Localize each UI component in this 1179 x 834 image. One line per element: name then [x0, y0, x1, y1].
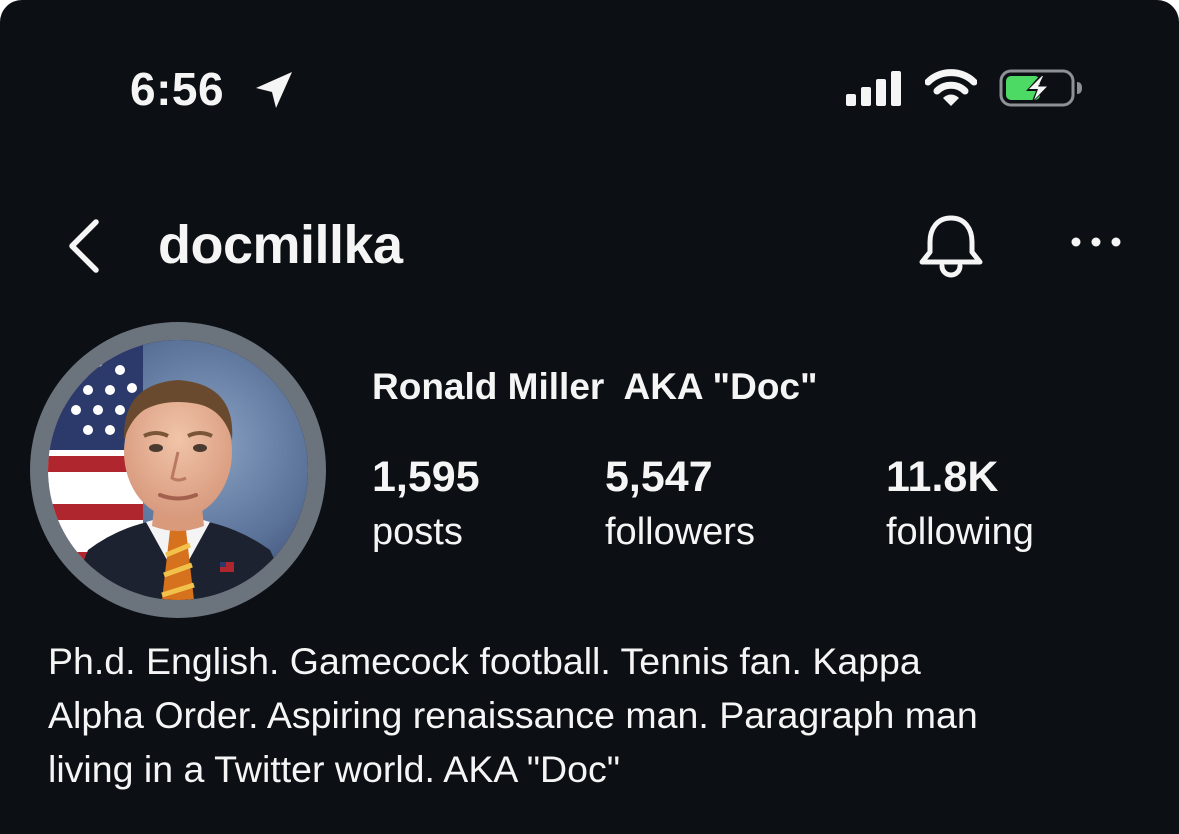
display-name: Ronald Miller AKA "Doc" — [372, 366, 818, 407]
chevron-left-icon[interactable] — [62, 216, 106, 276]
stat-following[interactable]: 11.8K following — [886, 452, 1034, 556]
profile-screen: 6:56 docmillka Ronald Miller AKA "Doc" 1… — [0, 0, 1179, 834]
more-horizontal-icon[interactable] — [1068, 230, 1124, 254]
stat-label: posts — [372, 511, 463, 553]
avatar[interactable] — [48, 340, 308, 600]
stat-value: 11.8K — [886, 453, 999, 501]
wifi-icon — [925, 69, 977, 106]
stat-value: 1,595 — [372, 453, 480, 501]
profile-bio: Ph.d. English. Gamecock football. Tennis… — [48, 640, 978, 790]
stat-followers[interactable]: 5,547 followers — [605, 452, 755, 556]
avatar-photo — [48, 340, 308, 600]
stat-posts[interactable]: 1,595 posts — [372, 452, 480, 556]
status-time: 6:56 — [130, 63, 225, 115]
stat-value: 5,547 — [605, 453, 713, 501]
cellular-signal-icon — [846, 71, 901, 106]
profile-username: docmillka — [158, 215, 403, 275]
stat-label: following — [886, 511, 1034, 553]
stat-label: followers — [605, 511, 755, 553]
location-arrow-icon — [256, 72, 292, 108]
bell-icon[interactable] — [916, 212, 986, 278]
battery-charging-icon — [999, 69, 1082, 107]
